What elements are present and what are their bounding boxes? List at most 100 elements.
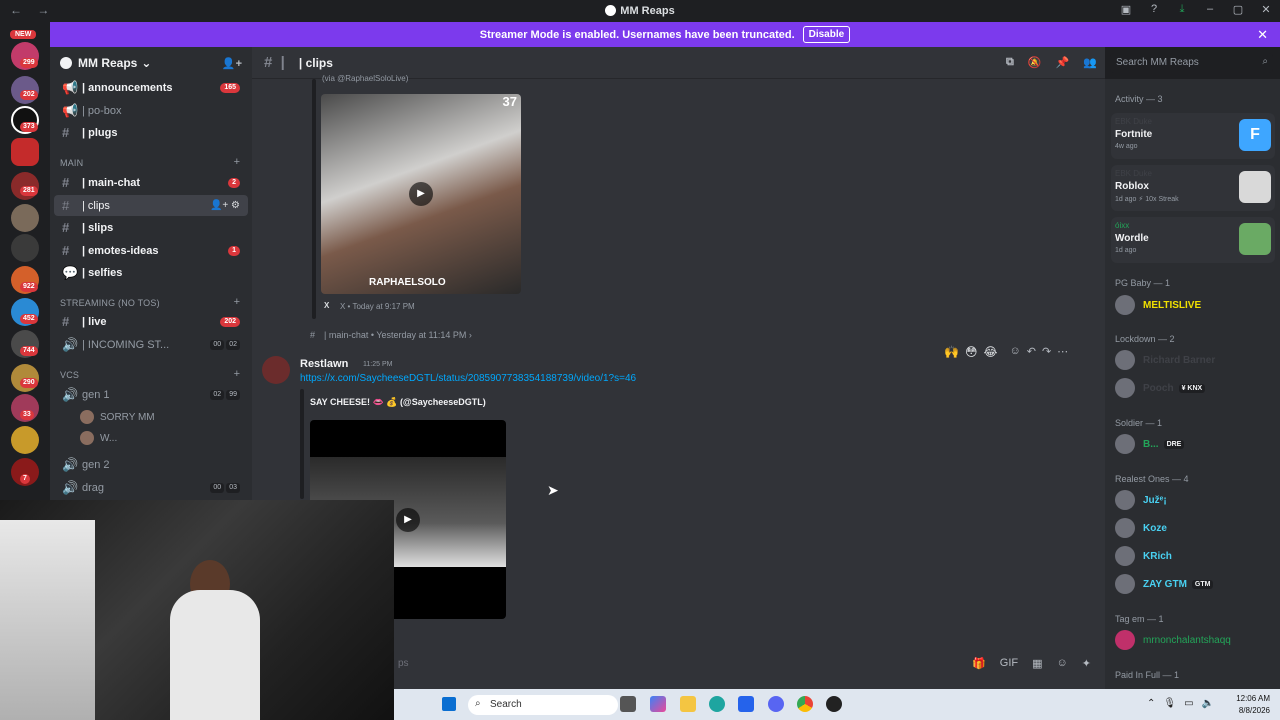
add-channel-icon[interactable]: + <box>234 156 240 168</box>
banner-close-icon[interactable]: ✕ <box>1257 27 1268 43</box>
header-tools: ⧉ 🔕 📌 👥 <box>1006 56 1097 69</box>
chrome-icon[interactable] <box>797 696 813 712</box>
member-item[interactable]: Pooch ¥ KNX <box>1115 378 1206 398</box>
voice-channel-drag[interactable]: 🔊 drag 00 03 <box>54 477 248 498</box>
members-icon[interactable]: 👥 <box>1083 56 1097 69</box>
download-icon[interactable]: ⤓ <box>1176 3 1188 16</box>
member-item[interactable]: MELTISLIVE <box>1115 295 1201 315</box>
channel-settings-icon[interactable]: 👤+ ⚙ <box>210 200 240 211</box>
invite-icon[interactable]: 👤+ <box>222 57 242 70</box>
channel-main-chat[interactable]: # | main-chat 2 <box>54 172 248 193</box>
more-icon[interactable]: ⋯ <box>1057 345 1068 359</box>
channel-po-box[interactable]: 📢 | po-box <box>54 100 248 121</box>
channel-plugs[interactable]: # | plugs <box>54 122 248 143</box>
reply-icon[interactable]: ↶ <box>1027 345 1036 359</box>
disable-button[interactable]: Disable <box>802 26 851 43</box>
chevron-down-icon: ⌄ <box>141 56 152 70</box>
threads-icon[interactable]: ⧉ <box>1006 56 1014 69</box>
close-button[interactable]: ✕ <box>1260 3 1272 16</box>
speaker-icon: 🔊 <box>62 336 79 352</box>
x-source-icon: X <box>324 301 330 310</box>
folder-icon[interactable] <box>680 696 696 712</box>
forwarded-link[interactable]: | main-chat • Yesterday at 11:14 PM › <box>324 330 472 340</box>
app-icon[interactable] <box>826 696 842 712</box>
start-icon[interactable] <box>442 697 456 711</box>
inbox-icon[interactable]: ▣ <box>1120 3 1132 16</box>
avatar[interactable] <box>262 356 290 384</box>
fortnite-icon: F <box>1239 119 1271 151</box>
category-streaming[interactable]: STREAMING (NO TOS) <box>60 298 160 308</box>
guild-header[interactable]: MM Reaps ⌄ 👤+ <box>50 47 252 79</box>
activity-header: Activity — 3 <box>1115 94 1163 104</box>
edge-icon[interactable] <box>709 696 725 712</box>
activity-card[interactable]: óixx Wordle 1d ago <box>1111 217 1275 263</box>
reaction-flushed[interactable]: 😳 <box>965 345 978 359</box>
member-item[interactable]: mrnonchalantshaqq <box>1115 630 1231 650</box>
member-item[interactable]: B... DRE <box>1115 434 1185 454</box>
add-channel-icon[interactable]: + <box>234 368 240 380</box>
server-icon[interactable] <box>11 204 39 232</box>
server-icon[interactable] <box>11 234 39 262</box>
channel-clips[interactable]: # | clips 👤+ ⚙ <box>54 195 248 216</box>
add-channel-icon[interactable]: + <box>234 296 240 308</box>
taskbar-search[interactable]: ⌕ Search <box>468 695 618 715</box>
voice-user[interactable]: SORRY MM <box>80 410 155 424</box>
gif-icon[interactable]: GIF <box>1000 657 1018 670</box>
embed-title[interactable]: SAY CHEESE! 👄 💰 (@SaycheeseDGTL) <box>310 397 486 408</box>
pin-icon[interactable]: 📌 <box>1056 56 1070 69</box>
mute-icon[interactable]: 🔕 <box>1028 56 1042 69</box>
window-title: MM Reaps <box>0 5 1280 17</box>
sticker-icon[interactable]: ▦ <box>1032 657 1042 670</box>
member-item[interactable]: KRich <box>1115 546 1172 566</box>
copilot-icon[interactable] <box>650 696 666 712</box>
member-item[interactable]: Južᵉ¡ <box>1115 490 1167 510</box>
hash-icon: # | <box>264 54 285 71</box>
webcam-person <box>170 590 260 720</box>
search-input[interactable]: Search MM Reaps ⌕ <box>1110 53 1273 73</box>
category-vcs[interactable]: VCs <box>60 370 79 380</box>
webcam-wall <box>0 520 95 720</box>
maximize-button[interactable]: ▢ <box>1232 3 1244 16</box>
activity-card[interactable]: EBK Duke Roblox 1d ago ⚡ 10x Streak <box>1111 165 1275 211</box>
message-author[interactable]: Restlawn <box>300 358 348 370</box>
reaction-raised-hands[interactable]: 🙌 <box>944 345 959 359</box>
file-explorer-icon[interactable] <box>620 696 636 712</box>
channel-announcements[interactable]: 📢 | announcements 165 <box>54 77 248 98</box>
voice-channel-gen-2[interactable]: 🔊 gen 2 <box>54 454 248 475</box>
help-icon[interactable]: ? <box>1148 3 1160 16</box>
channel-emotes-ideas[interactable]: # | emotes-ideas 1 <box>54 240 248 261</box>
channel-slips[interactable]: # | slips <box>54 217 248 238</box>
message-link[interactable]: https://x.com/SaycheeseDGTL/status/20859… <box>300 373 636 384</box>
network-icon[interactable]: ▭ <box>1184 698 1193 709</box>
channel-incoming-stage[interactable]: 🔊 | INCOMING ST... 00 02 <box>54 334 248 355</box>
forward-icon[interactable]: ↷ <box>1042 345 1051 359</box>
add-reaction-icon[interactable]: ☺ <box>1010 345 1021 359</box>
channel-selfies[interactable]: 💬 | selfies <box>54 262 248 283</box>
play-icon[interactable]: ▶ <box>396 508 420 532</box>
apps-icon[interactable]: ✦ <box>1082 657 1091 670</box>
member-item[interactable]: Koze <box>1115 518 1167 538</box>
clock[interactable]: 12:06 AM 8/8/2026 <box>1236 693 1270 717</box>
voice-user[interactable]: W... <box>80 431 117 445</box>
voice-channel-gen-1[interactable]: 🔊 gen 1 02 99 <box>54 384 248 405</box>
server-icon[interactable] <box>11 426 39 454</box>
gift-icon[interactable]: 🎁 <box>972 657 986 670</box>
volume-icon[interactable]: 🔈 <box>1202 698 1214 709</box>
play-icon[interactable]: ▶ <box>409 182 433 206</box>
category-main[interactable]: MAIN <box>60 158 83 168</box>
server-icon[interactable] <box>11 138 39 166</box>
activity-card[interactable]: EBK Duke Fortnite 4w ago F <box>1111 113 1275 159</box>
member-item[interactable]: Richard Barner <box>1115 350 1215 370</box>
minimize-button[interactable]: – <box>1204 3 1216 16</box>
store-icon[interactable] <box>738 696 754 712</box>
emoji-icon[interactable]: ☺ <box>1057 657 1068 670</box>
mic-icon[interactable]: 🎙 <box>1163 698 1176 709</box>
reaction-joy[interactable]: 😂 <box>983 345 997 359</box>
taskbar: ⌕ Search ⌃ 🎙 ▭ 🔈 12:06 AM 8/8/2026 <box>394 689 1280 720</box>
discord-icon[interactable] <box>768 696 784 712</box>
video-thumbnail[interactable]: 37 RAPHAELSOLO ▶ <box>321 94 521 294</box>
member-item[interactable]: ZAY GTM GTM <box>1115 574 1214 594</box>
hash-icon: # <box>62 220 70 235</box>
chevron-up-icon[interactable]: ⌃ <box>1147 698 1155 709</box>
channel-live[interactable]: # | live 202 <box>54 311 248 332</box>
